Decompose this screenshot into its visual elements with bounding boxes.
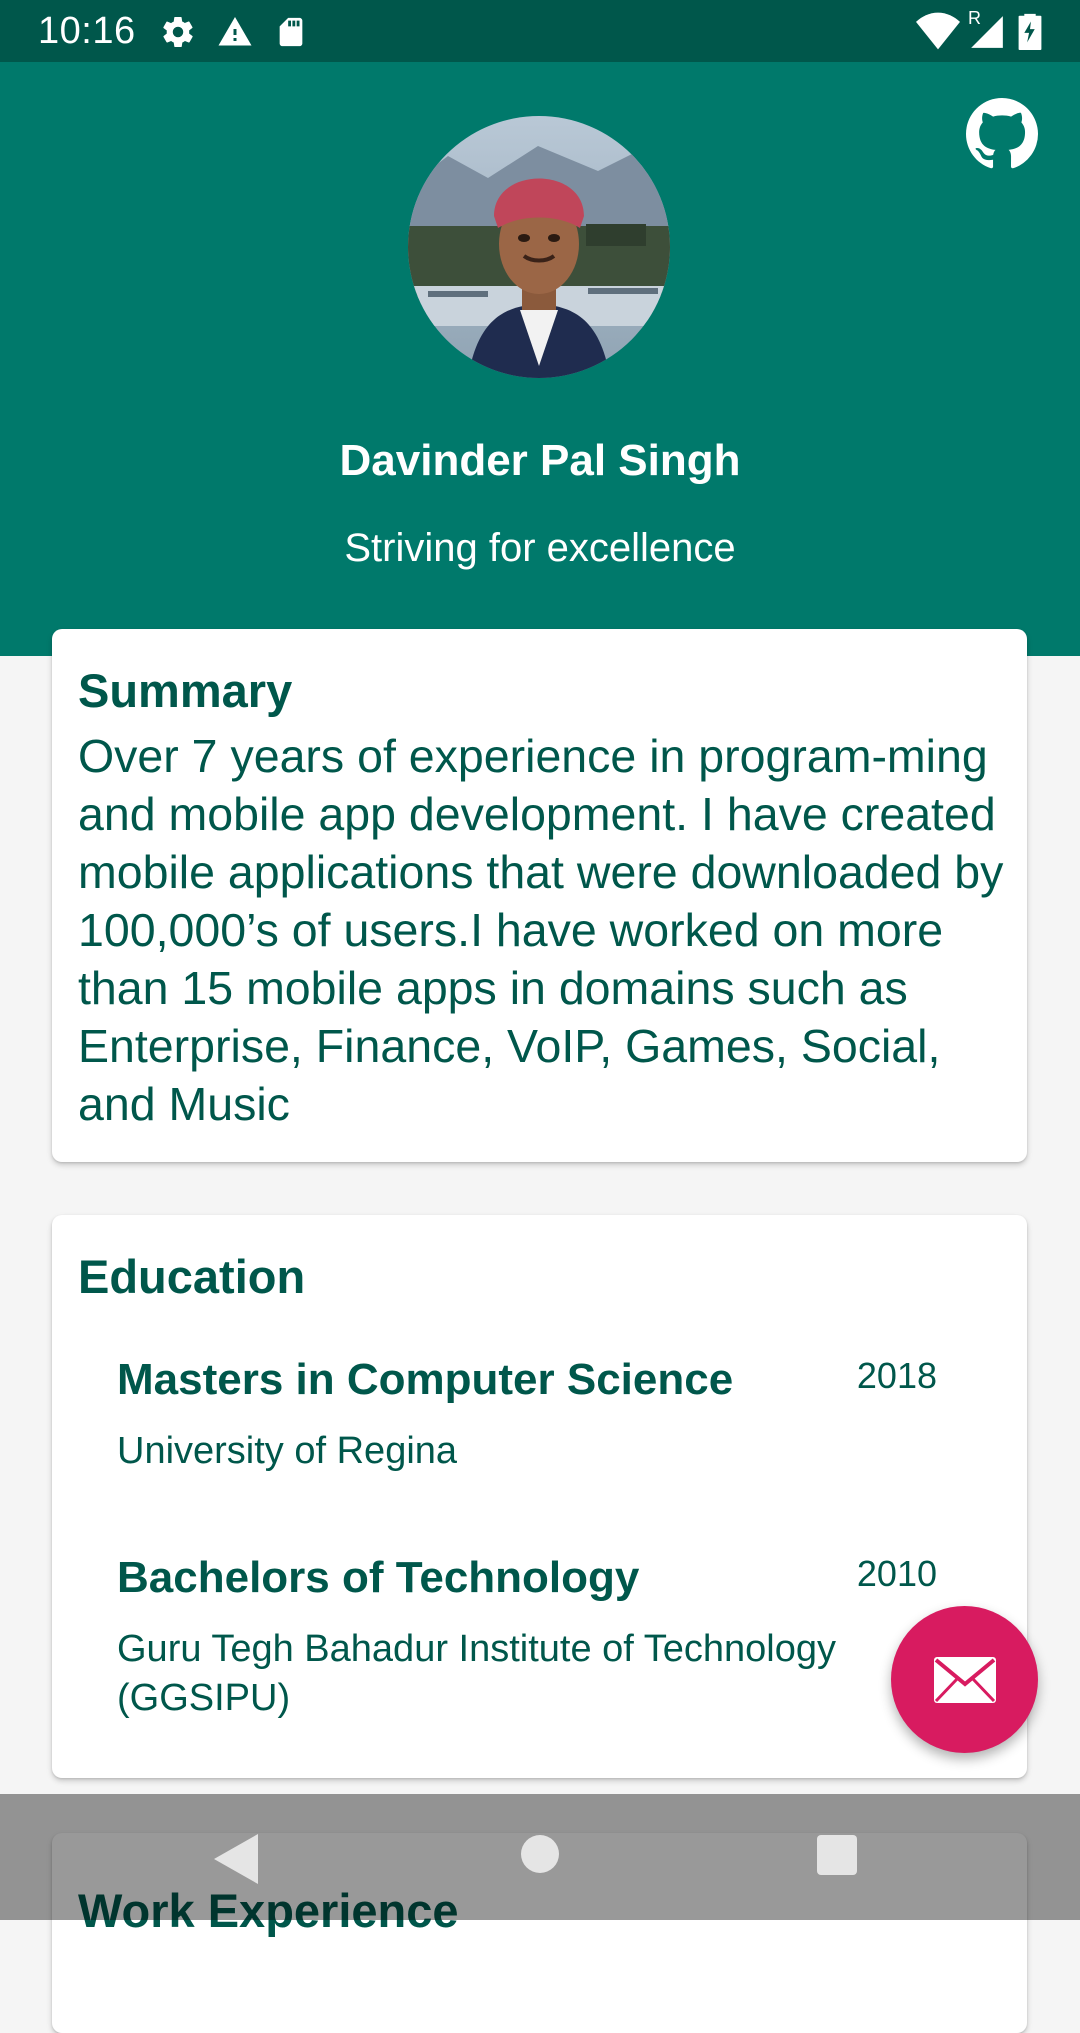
profile-tagline: Striving for excellence xyxy=(344,526,736,570)
summary-card: Summary Over 7 years of experience in pr… xyxy=(52,629,1027,1162)
education-entry: Masters in Computer Science 2018 Univers… xyxy=(117,1355,1017,1505)
education-card: Education Masters in Computer Science 20… xyxy=(52,1215,1027,1778)
avatar xyxy=(408,116,670,378)
alert-icon xyxy=(216,14,254,55)
github-icon[interactable] xyxy=(966,98,1038,170)
education-degree: Masters in Computer Science xyxy=(117,1355,734,1404)
settings-icon xyxy=(160,14,196,55)
sd-card-icon xyxy=(274,14,308,55)
education-year: 2018 xyxy=(856,1355,937,1396)
email-fab-button[interactable] xyxy=(891,1606,1038,1753)
education-degree: Bachelors of Technology xyxy=(117,1553,640,1602)
mail-icon xyxy=(933,1656,996,1703)
education-title: Education xyxy=(78,1250,306,1303)
status-bar: 10:16 R xyxy=(0,0,1080,62)
summary-title: Summary xyxy=(78,664,293,717)
recents-icon[interactable] xyxy=(816,1834,858,1881)
home-icon[interactable] xyxy=(520,1834,560,1879)
education-entry: Bachelors of Technology 2010 Guru Tegh B… xyxy=(117,1553,1017,1753)
back-icon[interactable] xyxy=(214,1834,258,1889)
battery-charging-icon xyxy=(1018,12,1042,55)
profile-photo xyxy=(408,116,670,378)
education-year: 2010 xyxy=(856,1553,937,1594)
wifi-icon xyxy=(916,12,960,55)
status-time: 10:16 xyxy=(38,10,136,52)
profile-name: Davinder Pal Singh xyxy=(339,436,741,485)
education-school: Guru Tegh Bahadur Institute of Technolog… xyxy=(117,1628,836,1719)
education-school: University of Regina xyxy=(117,1430,458,1472)
summary-text: Over 7 years of experience in program-mi… xyxy=(78,730,1004,1130)
navigation-bar xyxy=(0,1794,1080,1920)
